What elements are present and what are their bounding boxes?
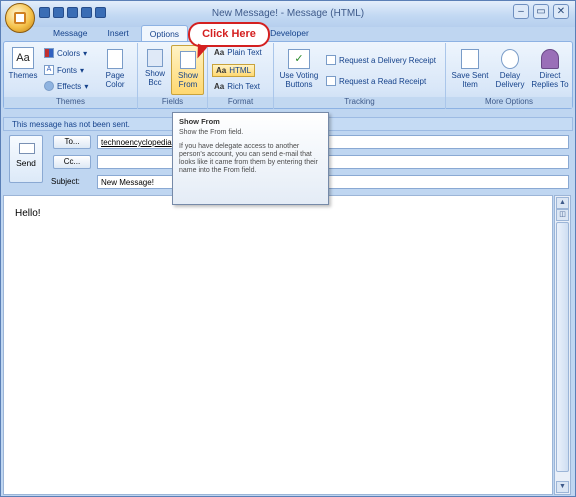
format-group-label: Format bbox=[208, 97, 273, 108]
show-bcc-label-2: Bcc bbox=[148, 78, 162, 87]
save-sent-icon bbox=[461, 49, 479, 69]
format-group: Aa Plain Text Aa HTML Aa Rich Text Format bbox=[208, 43, 274, 109]
window-title: New Message! - Message (HTML) bbox=[211, 8, 365, 19]
aa-icon: Aa bbox=[214, 48, 225, 57]
page-color-label-2: Color bbox=[105, 80, 125, 89]
effects-button[interactable]: Effects ▾ bbox=[44, 81, 88, 91]
tracking-group-label: Tracking bbox=[274, 97, 445, 108]
minimize-button[interactable]: – bbox=[513, 4, 529, 19]
show-bcc-button[interactable]: Show Bcc bbox=[141, 49, 169, 87]
direct-label-2: Replies To bbox=[531, 80, 569, 89]
page-color-button[interactable]: Page Color bbox=[100, 49, 130, 89]
office-button[interactable] bbox=[5, 3, 35, 33]
to-button[interactable]: To... bbox=[53, 135, 91, 149]
cc-field[interactable] bbox=[97, 155, 569, 169]
save-sent-item-button[interactable]: Save Sent Item bbox=[450, 49, 490, 89]
tooltip-line1: Show the From field. bbox=[179, 129, 244, 136]
effects-label: Effects bbox=[57, 81, 82, 91]
subject-label: Subject: bbox=[51, 177, 80, 186]
scroll-down-icon[interactable]: ▼ bbox=[556, 481, 569, 493]
scroll-thumb[interactable] bbox=[556, 222, 569, 472]
tooltip-title: Show From bbox=[179, 117, 220, 126]
show-from-label-1: Show bbox=[177, 71, 198, 80]
send-button[interactable]: Send bbox=[9, 135, 43, 183]
rich-text-button[interactable]: Aa Rich Text bbox=[214, 82, 260, 91]
themes-group-label: Themes bbox=[4, 97, 137, 108]
checkbox-icon bbox=[326, 55, 336, 65]
read-receipt-checkbox[interactable]: Request a Read Receipt bbox=[326, 76, 426, 86]
themes-group: Aa Themes Colors ▾ A Fonts ▾ Effects ▾ Pa… bbox=[4, 43, 138, 109]
click-here-callout: Click Here bbox=[188, 22, 270, 47]
rich-text-label: Rich Text bbox=[227, 82, 260, 91]
direct-label-1: Direct bbox=[539, 71, 561, 80]
show-bcc-label-1: Show bbox=[144, 69, 165, 78]
themes-label: Themes bbox=[8, 71, 38, 80]
tracking-group: ✓ Use Voting Buttons Request a Delivery … bbox=[274, 43, 446, 109]
ribbon-tabs: Message Insert Options Developer bbox=[45, 25, 317, 41]
envelope-icon bbox=[19, 143, 35, 154]
checkbox-icon bbox=[326, 76, 336, 86]
colors-icon bbox=[44, 48, 54, 58]
body-text: Hello! bbox=[15, 208, 41, 219]
delay-delivery-button[interactable]: Delay Delivery bbox=[492, 49, 528, 89]
outlook-message-window: New Message! - Message (HTML) – ▭ ✕ Mess… bbox=[0, 0, 576, 497]
tab-message[interactable]: Message bbox=[45, 25, 96, 41]
fonts-icon: A bbox=[44, 65, 54, 75]
colors-button[interactable]: Colors ▾ bbox=[44, 48, 87, 58]
tab-options[interactable]: Options bbox=[140, 25, 189, 41]
delivery-receipt-label: Request a Delivery Receipt bbox=[339, 55, 436, 65]
send-label: Send bbox=[16, 158, 36, 168]
voting-icon: ✓ bbox=[288, 49, 310, 69]
vertical-scrollbar[interactable]: ▲ ◫ ▼ bbox=[554, 195, 571, 495]
html-label: HTML bbox=[229, 66, 252, 75]
ribbon: Aa Themes Colors ▾ A Fonts ▾ Effects ▾ Pa… bbox=[3, 41, 573, 109]
tab-insert[interactable]: Insert bbox=[100, 25, 137, 41]
save-sent-label-2: Item bbox=[462, 80, 478, 89]
show-from-tooltip: Show From Show the From field. If you ha… bbox=[172, 112, 329, 205]
bcc-field-icon bbox=[147, 49, 163, 67]
more-options-group: Save Sent Item Delay Delivery Direct Rep… bbox=[446, 43, 572, 109]
ruler-icon[interactable]: ◫ bbox=[556, 209, 569, 221]
tooltip-line2: If you have delegate access to another p… bbox=[179, 143, 318, 174]
maximize-button[interactable]: ▭ bbox=[533, 4, 549, 19]
colors-label: Colors bbox=[57, 48, 81, 58]
html-button[interactable]: Aa HTML bbox=[212, 64, 256, 77]
clock-icon bbox=[501, 49, 519, 69]
themes-icon: Aa bbox=[12, 47, 34, 69]
page-color-label-1: Page bbox=[105, 71, 125, 80]
save-sent-label-1: Save Sent bbox=[451, 71, 489, 80]
to-field[interactable]: technoencyclopedia bbox=[97, 135, 569, 149]
show-from-label-2: From bbox=[178, 80, 198, 89]
cc-button[interactable]: Cc... bbox=[53, 155, 91, 169]
voting-label-2: Buttons bbox=[285, 80, 313, 89]
fonts-label: Fonts bbox=[57, 65, 78, 75]
close-button[interactable]: ✕ bbox=[553, 4, 569, 19]
fields-group-label: Fields bbox=[138, 97, 207, 108]
aa-icon: Aa bbox=[214, 82, 225, 91]
office-logo-icon bbox=[14, 12, 26, 24]
fonts-button[interactable]: A Fonts ▾ bbox=[44, 65, 84, 75]
plain-text-label: Plain Text bbox=[227, 48, 262, 57]
delivery-receipt-checkbox[interactable]: Request a Delivery Receipt bbox=[326, 55, 436, 65]
read-receipt-label: Request a Read Receipt bbox=[339, 76, 427, 86]
person-icon bbox=[541, 49, 559, 69]
voting-buttons-button[interactable]: ✓ Use Voting Buttons bbox=[276, 49, 322, 89]
voting-label-1: Use Voting bbox=[279, 71, 319, 80]
title-bar: New Message! - Message (HTML) – ▭ ✕ bbox=[1, 1, 575, 27]
effects-icon bbox=[44, 81, 54, 91]
direct-replies-button[interactable]: Direct Replies To bbox=[530, 49, 570, 89]
themes-button[interactable]: Aa Themes bbox=[8, 47, 38, 80]
tab-developer[interactable]: Developer bbox=[262, 25, 317, 41]
delay-label-1: Delay bbox=[499, 71, 521, 80]
page-color-icon bbox=[107, 49, 123, 69]
more-options-group-label: More Options bbox=[446, 97, 572, 108]
aa-icon: Aa bbox=[216, 66, 227, 75]
plain-text-button[interactable]: Aa Plain Text bbox=[214, 48, 262, 57]
delay-label-2: Delivery bbox=[495, 80, 525, 89]
subject-field[interactable]: New Message! bbox=[97, 175, 569, 189]
scroll-up-icon[interactable]: ▲ bbox=[556, 197, 569, 209]
message-body[interactable]: Hello! bbox=[3, 195, 553, 495]
